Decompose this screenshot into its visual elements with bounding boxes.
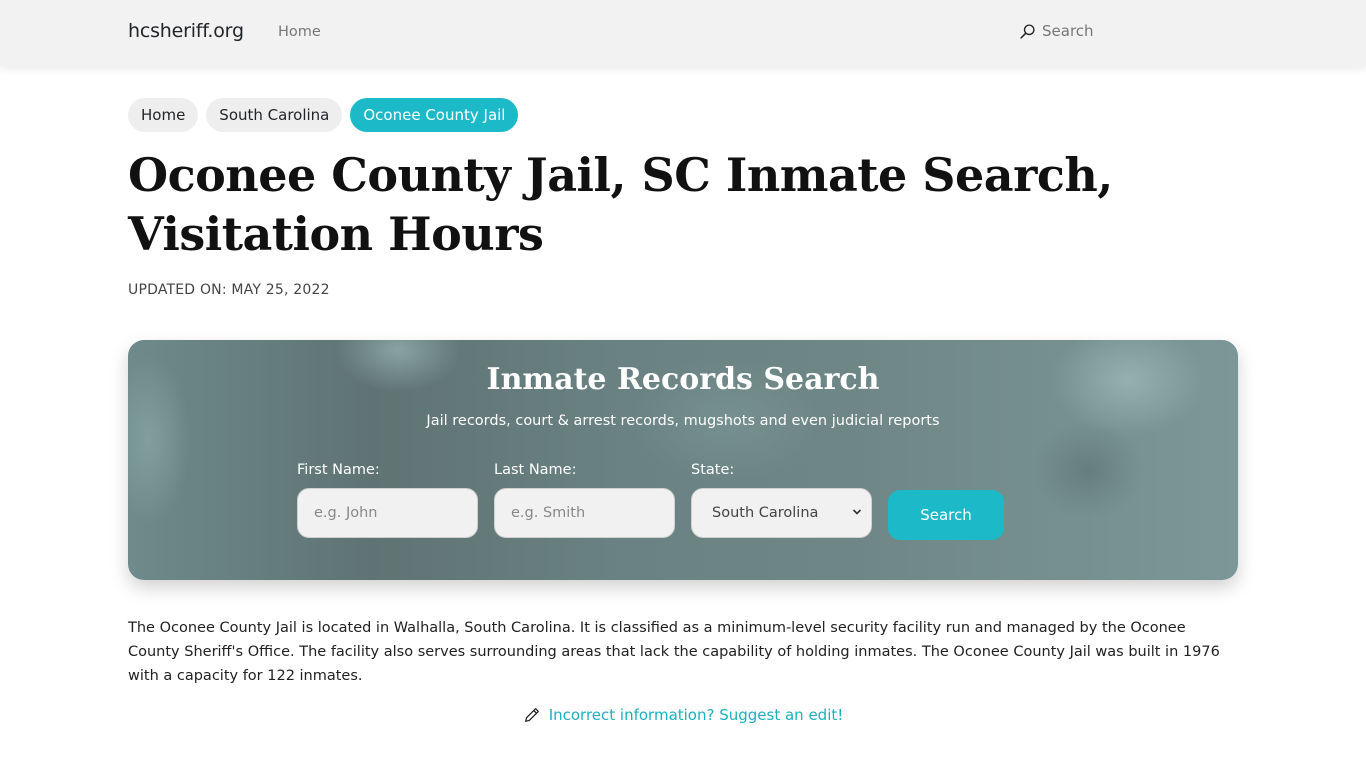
state-select-wrapper: South Carolina: [691, 488, 872, 538]
nav-search-button[interactable]: Search: [1019, 22, 1094, 40]
last-name-group: Last Name:: [494, 462, 675, 538]
nav-home-link[interactable]: Home: [278, 24, 321, 40]
pencil-icon: [524, 708, 539, 722]
brand-logo-link[interactable]: hcsheriff.org: [128, 20, 244, 42]
navbar: hcsheriff.org Home Search: [0, 0, 1366, 66]
suggest-edit-link[interactable]: Incorrect information? Suggest an edit!: [549, 706, 844, 724]
search-icon: [1020, 23, 1035, 39]
last-name-label: Last Name:: [494, 462, 577, 478]
search-card-subtitle: Jail records, court & arrest records, mu…: [426, 413, 940, 429]
inmate-search-card: Inmate Records Search Jail records, cour…: [128, 340, 1238, 580]
updated-date: UPDATED ON: MAY 25, 2022: [128, 282, 330, 298]
first-name-input[interactable]: [297, 488, 478, 538]
nav-search-label: Search: [1042, 22, 1094, 40]
suggest-edit: Incorrect information? Suggest an edit!: [0, 706, 1366, 724]
state-select[interactable]: South Carolina: [691, 488, 872, 538]
intro-paragraph: The Oconee County Jail is located in Wal…: [128, 620, 1220, 684]
breadcrumb-oconee-county-jail[interactable]: Oconee County Jail: [350, 98, 519, 132]
breadcrumb: Home South Carolina Oconee County Jail: [128, 98, 519, 132]
breadcrumb-south-carolina[interactable]: South Carolina: [206, 98, 343, 132]
first-name-label: First Name:: [297, 462, 380, 478]
state-group: State: South Carolina: [691, 462, 872, 538]
breadcrumb-home[interactable]: Home: [128, 98, 199, 132]
last-name-input[interactable]: [494, 488, 675, 538]
first-name-group: First Name:: [297, 462, 478, 538]
page-title: Oconee County Jail, SC Inmate Search, Vi…: [128, 148, 1113, 261]
state-label: State:: [691, 462, 735, 478]
search-submit-button[interactable]: Search: [888, 490, 1004, 540]
search-card-title: Inmate Records Search: [486, 362, 880, 397]
